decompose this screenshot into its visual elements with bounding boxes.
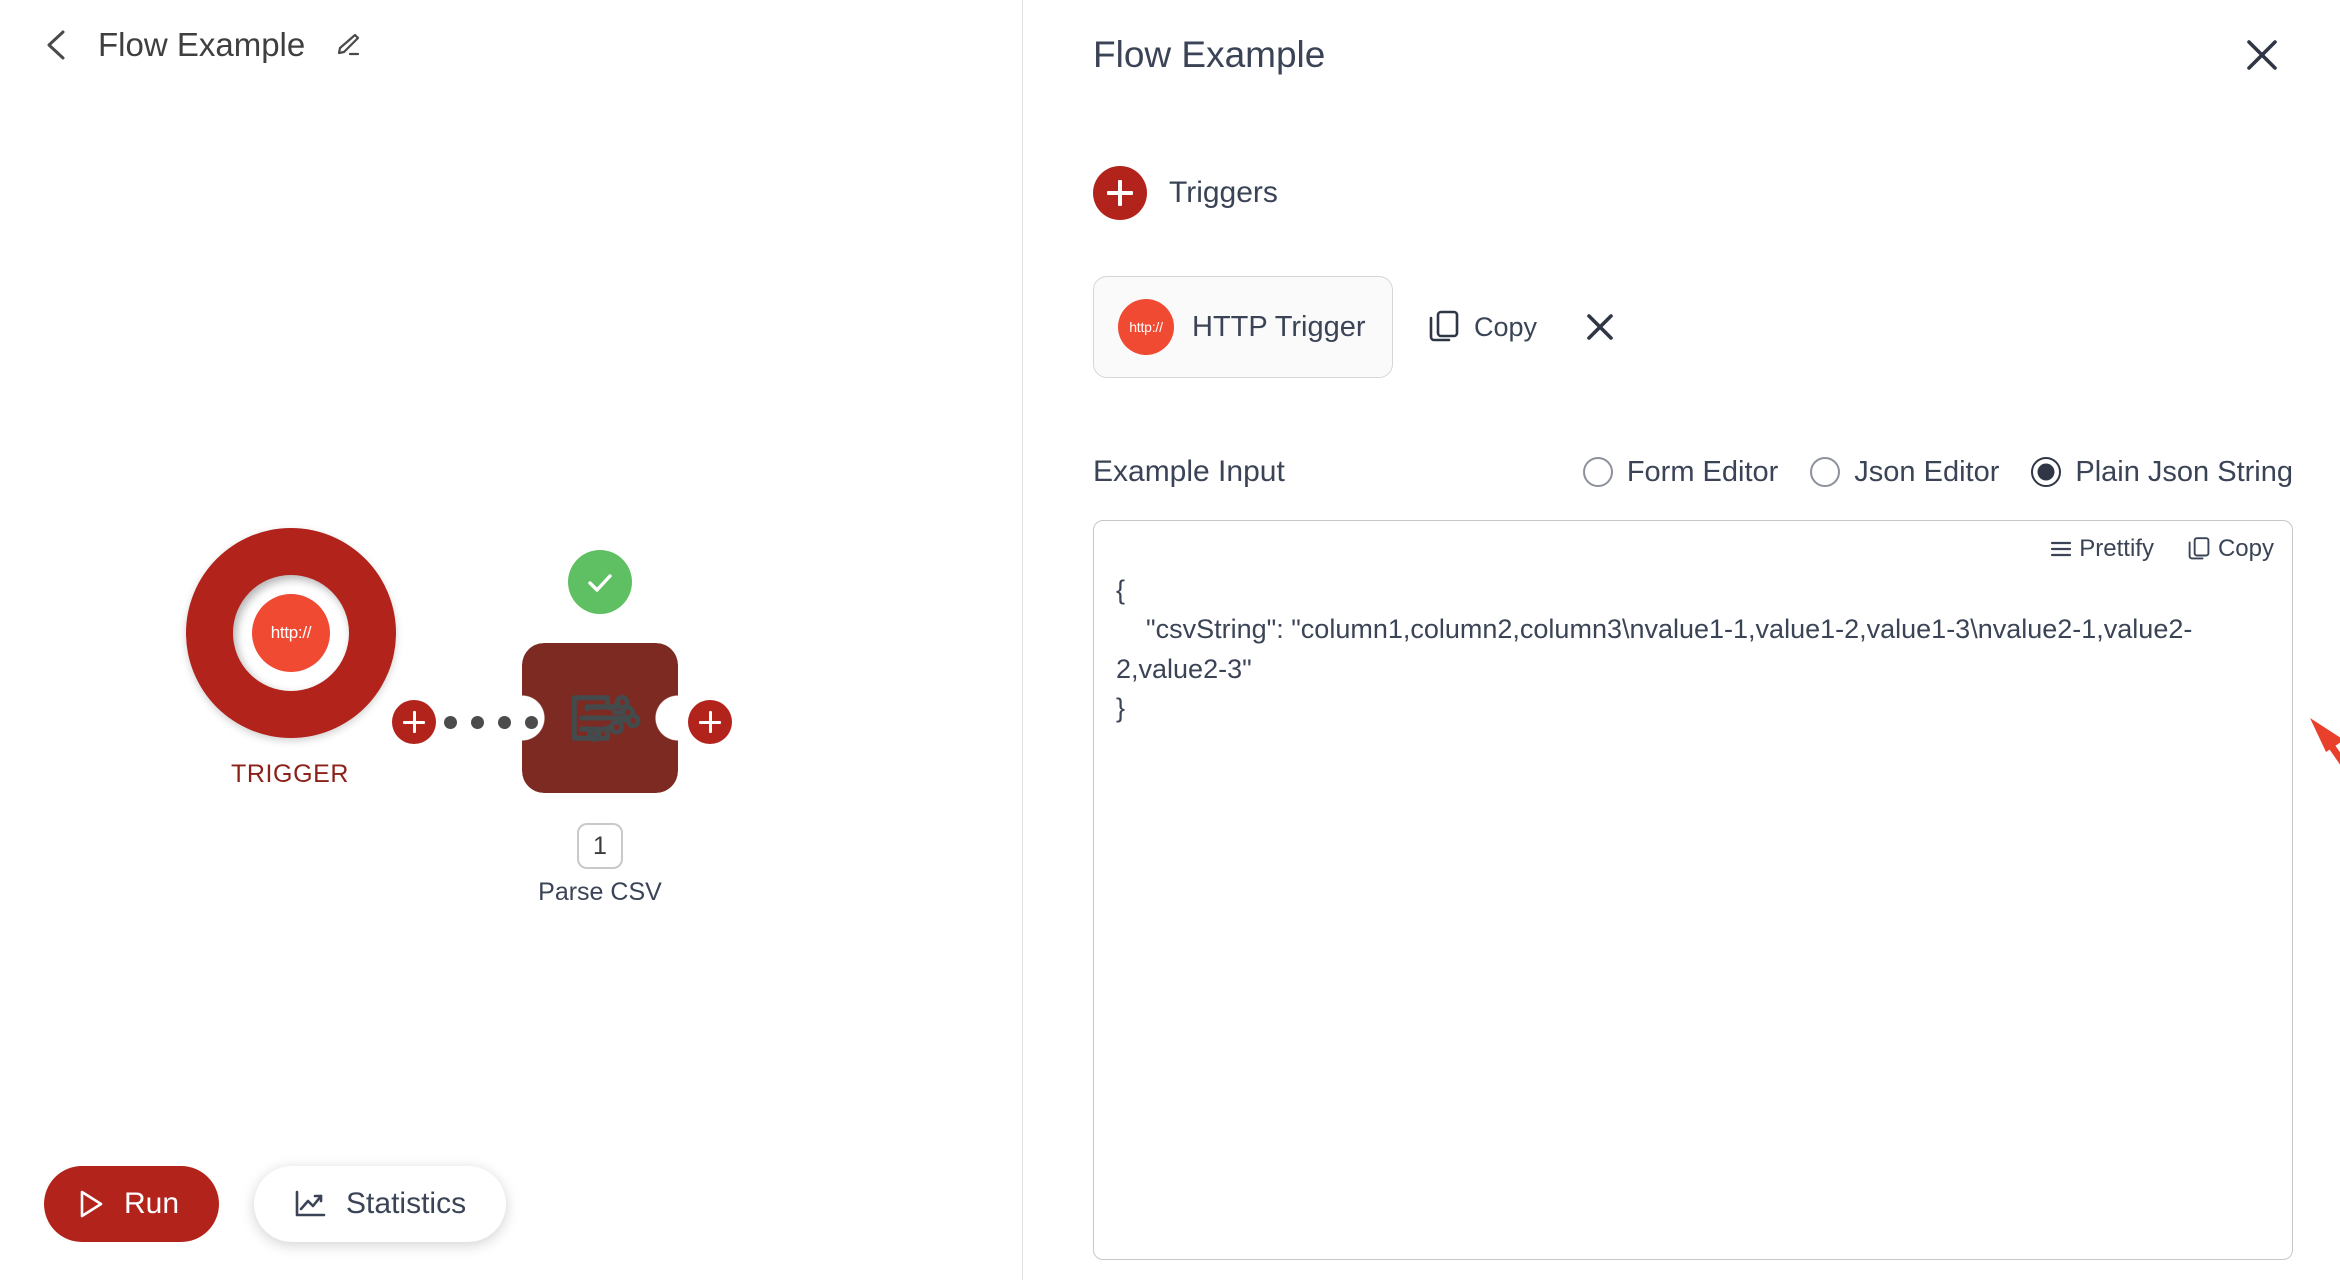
copy-icon [1429,310,1459,342]
trigger-settings-panel: Flow Example Triggers http:// HTTP Trigg… [1023,0,2340,1280]
flow-canvas-panel: Flow Example http:// TRIGGER 1 Parse CSV… [0,0,1022,1280]
back-icon[interactable] [40,28,74,62]
copy-json-button[interactable]: Copy [2186,535,2274,563]
radio-mark [1810,457,1841,487]
json-editor-box[interactable]: Prettify Copy { "csvString": "column1,co… [1093,520,2293,1260]
run-button-label: Run [124,1187,180,1220]
radio-json-editor[interactable]: Json Editor [1810,456,1999,489]
radio-form-editor-label: Form Editor [1626,455,1779,488]
add-trigger-button[interactable] [1093,166,1147,220]
radio-mark [1582,457,1613,487]
radio-form-editor[interactable]: Form Editor [1582,455,1779,489]
statistics-button-label: Statistics [346,1187,467,1220]
step-number-badge: 1 [577,823,623,869]
panel-header: Flow Example [1023,0,2340,110]
radio-plain-json-string[interactable]: Plain Json String [2031,456,2293,489]
prettify-button[interactable]: Prettify [2049,535,2154,563]
flow-title: Flow Example [98,26,306,63]
annotation-arrow-diagonal-icon [2310,718,2340,765]
pencil-edit-icon[interactable] [331,29,363,61]
flow-editor-screen: Flow Example http:// TRIGGER 1 Parse CSV… [0,0,2340,1280]
triggers-section-header: Triggers [1093,166,1278,220]
copy-json-label: Copy [2217,535,2274,562]
panel-title: Flow Example [1093,34,1326,75]
http-protocol-icon: http:// [1118,299,1174,355]
example-input-label: Example Input [1093,455,1285,488]
connector-dot [498,715,511,729]
trigger-list-row: http:// HTTP Trigger Copy [1093,276,1623,378]
copy-trigger-button[interactable]: Copy [1427,309,1537,345]
copy-icon [2188,537,2210,560]
action-node-parse-csv[interactable] [522,643,678,793]
editor-mode-radio-group: Form Editor Json Editor Plain Json Strin… [1582,455,2293,489]
flow-canvas[interactable]: http:// TRIGGER 1 Parse CSV [0,90,1022,1280]
json-string-input[interactable]: { "csvString": "column1,column2,column3\… [1116,571,2270,729]
run-button[interactable]: Run [44,1166,220,1242]
trigger-card-name: HTTP Trigger [1192,310,1366,343]
radio-json-editor-label: Json Editor [1854,455,2000,488]
action-node-label: Parse CSV [538,878,662,906]
add-step-after-trigger-button[interactable] [392,700,436,744]
add-step-after-parse-csv-button[interactable] [688,700,732,744]
trigger-card-http[interactable]: http:// HTTP Trigger [1093,276,1393,378]
line-chart-icon [295,1190,326,1217]
status-badge [568,550,632,614]
connector-dot [444,715,457,729]
flow-header: Flow Example [0,0,1022,90]
trigger-icon-label: http:// [270,623,312,642]
canvas-action-bar: Run Statistics [44,1166,507,1242]
statistics-button[interactable]: Statistics [254,1166,507,1242]
connector-dot [471,715,484,729]
triggers-label: Triggers [1169,176,1278,209]
trigger-node-label: TRIGGER [230,760,350,788]
close-icon[interactable] [2236,29,2288,81]
remove-trigger-button[interactable] [1577,304,1623,350]
json-editor-toolbar: Prettify Copy [2049,535,2274,563]
play-icon [80,1190,103,1218]
radio-plain-json-string-label: Plain Json String [2075,455,2293,488]
copy-trigger-label: Copy [1474,311,1538,342]
radio-mark [2031,457,2062,487]
list-lines-icon [2051,541,2072,557]
http-protocol-icon: http:// [252,594,330,672]
prettify-label: Prettify [2079,535,2154,562]
trigger-node[interactable]: http:// [186,528,396,738]
example-input-row: Example Input Form Editor Json Editor Pl… [1093,455,2293,489]
action-node-body [522,643,678,793]
circuit-board-icon [571,695,641,742]
http-badge-label: http:// [1129,319,1163,335]
